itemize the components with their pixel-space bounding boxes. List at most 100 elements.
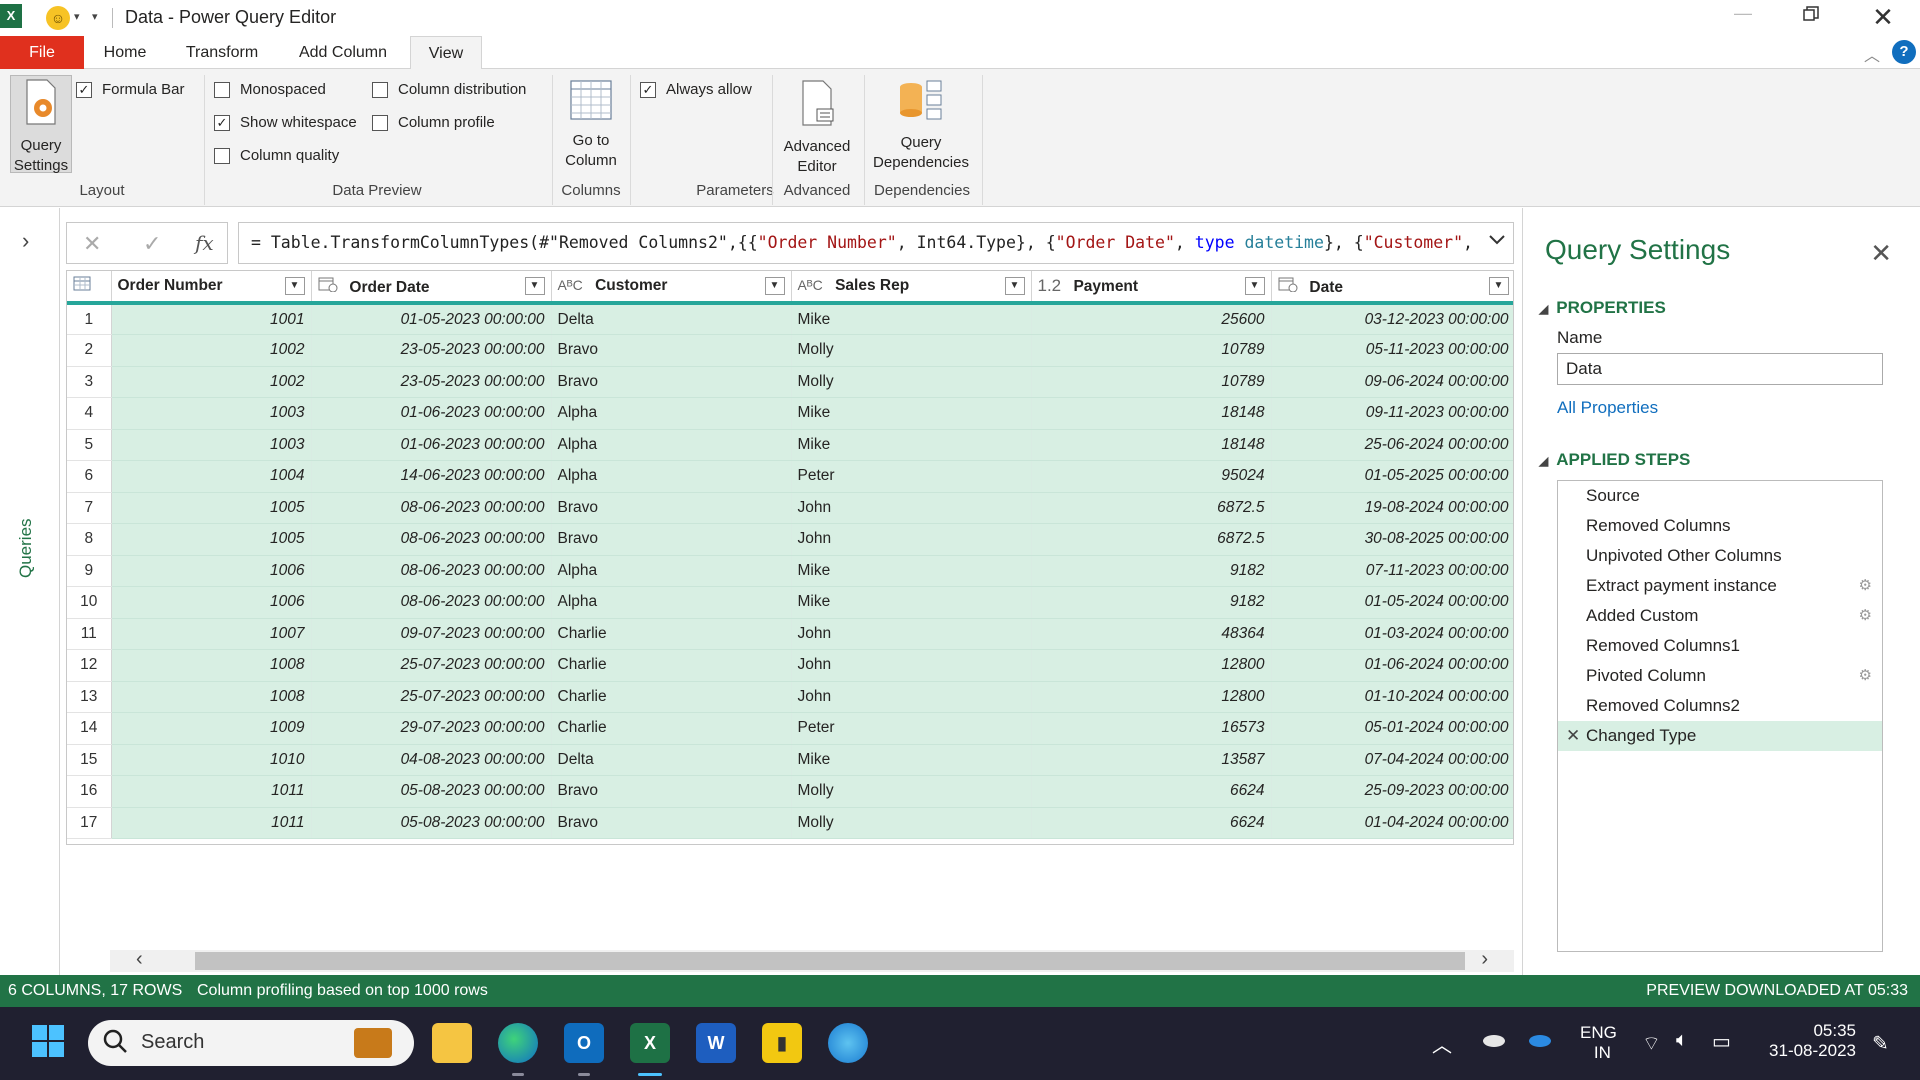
table-cell[interactable]: 1005	[111, 492, 312, 524]
table-menu-button[interactable]	[67, 271, 112, 305]
table-row[interactable]: 8 1005 08-06-2023 00:00:00 Bravo John 6872.5 3…	[67, 523, 1513, 556]
clock[interactable]: 05:35 31-08-2023	[1760, 1021, 1856, 1061]
table-cell[interactable]: 1002	[111, 334, 312, 367]
applied-step[interactable]: Removed Columns1	[1558, 631, 1882, 661]
column-header-sales-rep[interactable]: AᴮC Sales Rep ▼	[791, 271, 1032, 305]
step-settings-gear-icon[interactable]: ⚙	[1859, 571, 1872, 601]
table-cell[interactable]: 23-05-2023 00:00:00	[311, 334, 552, 367]
delete-step-icon[interactable]: ✕	[1566, 721, 1580, 751]
column-filter-icon[interactable]: ▼	[764, 277, 785, 295]
table-cell[interactable]: John	[791, 649, 1032, 682]
row-number[interactable]: 8	[67, 523, 112, 556]
close-window-button[interactable]: ✕	[1860, 2, 1906, 32]
column-header-order-number[interactable]: Order Number ▼	[111, 271, 312, 305]
table-row[interactable]: 16 1011 05-08-2023 00:00:00 Bravo Molly 6624 2…	[67, 775, 1513, 808]
table-row[interactable]: 6 1004 14-06-2023 00:00:00 Alpha Peter 95024 0…	[67, 460, 1513, 493]
table-cell[interactable]: John	[791, 523, 1032, 556]
customize-qat-icon[interactable]: ▾	[92, 10, 98, 23]
table-cell[interactable]: 08-06-2023 00:00:00	[311, 492, 552, 524]
table-cell[interactable]: Charlie	[551, 618, 792, 650]
table-cell[interactable]: 01-06-2023 00:00:00	[311, 397, 552, 430]
table-cell[interactable]: 6872.5	[1031, 523, 1272, 556]
table-cell[interactable]: 01-05-2025 00:00:00	[1271, 460, 1513, 493]
applied-step[interactable]: Source	[1558, 481, 1882, 511]
table-cell[interactable]: Alpha	[551, 397, 792, 430]
table-row[interactable]: 12 1008 25-07-2023 00:00:00 Charlie John 1280…	[67, 649, 1513, 682]
applied-step[interactable]: Removed Columns	[1558, 511, 1882, 541]
column-header-order-date[interactable]: Order Date ▼	[311, 271, 552, 305]
row-number[interactable]: 14	[67, 712, 112, 745]
table-cell[interactable]: Bravo	[551, 334, 792, 367]
table-cell[interactable]: Mike	[791, 586, 1032, 619]
table-cell[interactable]: 10789	[1031, 334, 1272, 367]
advanced-editor-button[interactable]: Advanced Editor	[776, 79, 858, 177]
formula-bar-checkbox[interactable]: ✓ Formula Bar	[76, 81, 185, 98]
table-row[interactable]: 15 1010 04-08-2023 00:00:00 Delta Mike 13587 0…	[67, 744, 1513, 776]
collapse-ribbon-icon[interactable]: ︿	[1864, 42, 1880, 66]
table-cell[interactable]: Molly	[791, 775, 1032, 808]
row-number[interactable]: 4	[67, 397, 112, 430]
row-number[interactable]: 9	[67, 555, 112, 587]
table-row[interactable]: 14 1009 29-07-2023 00:00:00 Charlie Peter 165…	[67, 712, 1513, 745]
tab-home[interactable]: Home	[92, 36, 158, 69]
table-cell[interactable]: Molly	[791, 807, 1032, 839]
table-cell[interactable]: Peter	[791, 712, 1032, 745]
applied-step[interactable]: Unpivoted Other Columns	[1558, 541, 1882, 571]
applied-step[interactable]: ✕ Changed Type	[1558, 721, 1882, 751]
show-whitespace-checkbox[interactable]: ✓ Show whitespace	[214, 114, 357, 131]
row-number[interactable]: 16	[67, 775, 112, 808]
table-cell[interactable]: 1008	[111, 681, 312, 713]
table-cell[interactable]: 25-06-2024 00:00:00	[1271, 429, 1513, 461]
windows-start-icon[interactable]	[28, 1023, 68, 1063]
column-distribution-checkbox[interactable]: Column distribution	[372, 81, 526, 98]
row-number[interactable]: 2	[67, 334, 112, 367]
step-settings-gear-icon[interactable]: ⚙	[1859, 601, 1872, 631]
table-cell[interactable]: 1004	[111, 460, 312, 493]
table-cell[interactable]: Peter	[791, 460, 1032, 493]
table-cell[interactable]: Delta	[551, 744, 792, 776]
table-cell[interactable]: 01-05-2023 00:00:00	[311, 303, 552, 335]
column-header-date[interactable]: Date ▼	[1271, 271, 1513, 305]
scroll-right-icon[interactable]: ›	[1481, 948, 1488, 971]
row-number[interactable]: 1	[67, 303, 112, 335]
row-number[interactable]: 7	[67, 492, 112, 524]
applied-step[interactable]: Extract payment instance ⚙	[1558, 571, 1882, 601]
taskbar-search[interactable]: Search	[88, 1020, 414, 1066]
table-cell[interactable]: 30-08-2025 00:00:00	[1271, 523, 1513, 556]
onedrive-personal-icon[interactable]	[1480, 1031, 1506, 1052]
table-cell[interactable]: 18148	[1031, 429, 1272, 461]
row-number[interactable]: 12	[67, 649, 112, 682]
row-number[interactable]: 13	[67, 681, 112, 713]
tab-file[interactable]: File	[0, 36, 84, 69]
expand-queries-icon[interactable]: ›	[22, 228, 29, 254]
table-cell[interactable]: 13587	[1031, 744, 1272, 776]
datetime-type-icon[interactable]	[318, 277, 342, 295]
table-row[interactable]: 1 1001 01-05-2023 00:00:00 Delta Mike 25600 03…	[67, 303, 1513, 335]
table-row[interactable]: 9 1006 08-06-2023 00:00:00 Alpha Mike 9182 07-…	[67, 555, 1513, 587]
table-cell[interactable]: 1005	[111, 523, 312, 556]
expand-formula-icon[interactable]	[1488, 230, 1506, 251]
applied-step[interactable]: Pivoted Column ⚙	[1558, 661, 1882, 691]
table-cell[interactable]: Charlie	[551, 712, 792, 745]
close-query-settings-icon[interactable]: ✕	[1870, 238, 1892, 269]
all-properties-link[interactable]: All Properties	[1557, 398, 1658, 418]
tab-view[interactable]: View	[410, 36, 482, 70]
paint-icon[interactable]	[828, 1023, 868, 1063]
step-settings-gear-icon[interactable]: ⚙	[1859, 661, 1872, 691]
column-header-customer[interactable]: AᴮC Customer ▼	[551, 271, 792, 305]
table-cell[interactable]: 6624	[1031, 807, 1272, 839]
table-cell[interactable]: 07-11-2023 00:00:00	[1271, 555, 1513, 587]
table-cell[interactable]: 05-08-2023 00:00:00	[311, 775, 552, 808]
table-cell[interactable]: 1001	[111, 303, 312, 335]
column-filter-icon[interactable]: ▼	[284, 277, 305, 295]
table-row[interactable]: 13 1008 25-07-2023 00:00:00 Charlie John 1280…	[67, 681, 1513, 713]
column-header-payment[interactable]: 1.2 Payment ▼	[1031, 271, 1272, 305]
column-filter-icon[interactable]: ▼	[1244, 277, 1265, 295]
applied-step[interactable]: Removed Columns2	[1558, 691, 1882, 721]
tab-transform[interactable]: Transform	[176, 36, 268, 69]
help-icon[interactable]: ?	[1892, 40, 1916, 64]
word-icon[interactable]: W	[696, 1023, 736, 1063]
table-cell[interactable]: 95024	[1031, 460, 1272, 493]
table-cell[interactable]: 1009	[111, 712, 312, 745]
cancel-formula-icon[interactable]: ✕	[83, 231, 101, 257]
